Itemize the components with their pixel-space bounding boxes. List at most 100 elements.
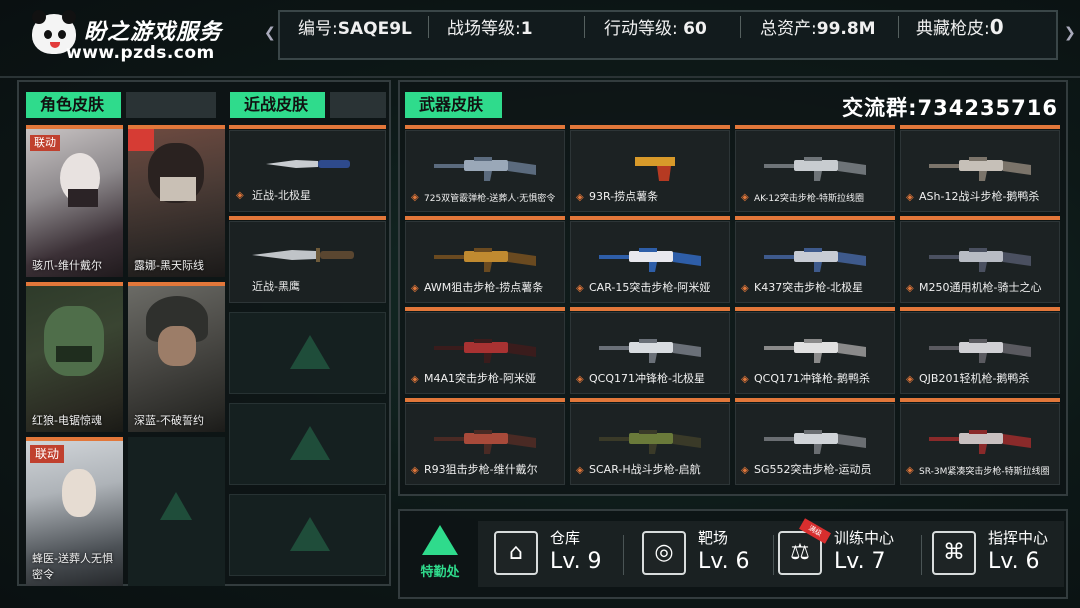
weapon-card[interactable]: ◈ QJB201轻机枪-鹅鸭杀 — [900, 307, 1060, 394]
weapon-card[interactable]: ◈ M250通用机枪-骑士之心 — [900, 216, 1060, 303]
weapon-card[interactable]: ◈ QCQ171冲锋枪-北极星 — [570, 307, 730, 394]
weapon-image — [599, 339, 701, 363]
character-card[interactable]: 红狼-电锯惊魂 — [26, 282, 123, 432]
weapon-card[interactable]: ◈ K437突击步枪-北极星 — [735, 216, 895, 303]
weapon-label: AK-12突击步枪-特斯拉线圈 — [754, 194, 865, 204]
diamond-icon: ◈ — [411, 374, 419, 385]
special-service-label: 特勤处 — [420, 565, 460, 580]
diamond-icon: ◈ — [741, 192, 749, 203]
melee-label: 近战-黑鹰 — [252, 280, 300, 293]
character-card[interactable]: 联动 蜂医-送葬人无惧密令 — [26, 437, 123, 586]
empty-slot — [229, 494, 386, 576]
diamond-icon: ◈ — [741, 283, 749, 294]
weapon-card[interactable]: ◈ AK-12突击步枪-特斯拉线圈 — [735, 125, 895, 212]
weapon-image — [599, 248, 701, 272]
weapon-label: 725双管霰弹枪-送葬人·无惧密令 — [424, 194, 556, 204]
weapon-label: QCQ171冲锋枪-鹅鸭杀 — [754, 372, 870, 385]
empty-slot — [229, 312, 386, 394]
weapon-card[interactable]: ◈ R93狙击步枪-维什戴尔 — [405, 398, 565, 485]
weapon-label: SR-3M紧凑突击步枪-特斯拉线圈 — [919, 467, 1050, 477]
tab-melee-skins[interactable]: 近战皮肤 — [230, 92, 330, 118]
diamond-icon: ◈ — [411, 283, 419, 294]
melee-card[interactable]: 近战-黑鹰 — [229, 216, 386, 303]
character-label: 蜂医-送葬人无惧密令 — [32, 552, 113, 581]
character-label: 深蓝-不破誓约 — [134, 414, 204, 427]
tab-character-skins[interactable]: 角色皮肤 — [26, 92, 216, 118]
weapon-card[interactable]: ◈ 93R-捞点薯条 — [570, 125, 730, 212]
brand-title: 盼之游戏服务 — [84, 20, 223, 45]
stat-id: 编号:SAQE9L — [298, 19, 412, 39]
chevron-left-icon[interactable]: ❮ — [264, 25, 276, 41]
melee-card[interactable]: ◈ 近战-北极星 — [229, 125, 386, 212]
facility-command[interactable]: ⌘ 指挥中心 Lv. 6 — [916, 523, 1066, 585]
weapon-label: R93狙击步枪-维什戴尔 — [424, 463, 538, 476]
weapon-image — [635, 157, 675, 181]
diamond-icon: ◈ — [906, 465, 914, 476]
weapon-label: CAR-15突击步枪-阿米娅 — [589, 281, 711, 294]
weapon-image — [599, 430, 701, 454]
melee-label: 近战-北极星 — [252, 189, 311, 202]
weapon-label: 93R-捞点薯条 — [589, 190, 659, 203]
weapon-card[interactable]: ◈ SR-3M紧凑突击步枪-特斯拉线圈 — [900, 398, 1060, 485]
diamond-icon: ◈ — [411, 465, 419, 476]
weapon-label: M4A1突击步枪-阿米娅 — [424, 372, 536, 385]
weapon-label: M250通用机枪-骑士之心 — [919, 281, 1042, 294]
triangle-logo-icon — [422, 525, 458, 555]
character-card[interactable]: 露娜-黑天际线 — [128, 125, 225, 277]
diamond-icon: ◈ — [906, 283, 914, 294]
character-card[interactable]: 联动 骇爪-维什戴尔 — [26, 125, 123, 277]
special-service-button[interactable]: 特勤处 — [416, 525, 464, 591]
character-label: 骇爪-维什戴尔 — [32, 259, 102, 272]
stat-collection-skins: 典藏枪皮:0 — [916, 15, 1004, 39]
stat-action-level: 行动等级: 60 — [604, 19, 707, 39]
weapon-label: AWM狙击步枪-捞点薯条 — [424, 281, 544, 294]
divider — [0, 76, 1080, 78]
weapon-label: SG552突击步枪-运动员 — [754, 463, 872, 476]
diamond-icon: ◈ — [576, 192, 584, 203]
character-card[interactable]: 深蓝-不破誓约 — [128, 282, 225, 432]
facility-warehouse[interactable]: ⌂ 仓库 Lv. 9 — [478, 523, 624, 585]
command-chip-icon: ⌘ — [932, 531, 976, 575]
diamond-icon: ◈ — [906, 192, 914, 203]
weapon-card[interactable]: ◈ AWM狙击步枪-捞点薯条 — [405, 216, 565, 303]
weapon-image — [434, 430, 536, 454]
weapon-card[interactable]: ◈ SCAR-H战斗步枪-启航 — [570, 398, 730, 485]
diamond-icon: ◈ — [576, 374, 584, 385]
weapon-card[interactable]: ◈ SG552突击步枪-运动员 — [735, 398, 895, 485]
weapon-image — [764, 157, 866, 181]
weapon-card[interactable]: ◈ 725双管霰弹枪-送葬人·无惧密令 — [405, 125, 565, 212]
weapon-image — [764, 430, 866, 454]
tab-weapon-skins[interactable]: 武器皮肤 — [405, 92, 507, 118]
empty-slot — [229, 403, 386, 485]
weapon-card[interactable]: ◈ ASh-12战斗步枪-鹅鸭杀 — [900, 125, 1060, 212]
brand-url: www.pzds.com — [66, 43, 215, 63]
knife-image — [266, 160, 350, 168]
weapon-card[interactable]: ◈ CAR-15突击步枪-阿米娅 — [570, 216, 730, 303]
diamond-icon: ◈ — [741, 374, 749, 385]
weapon-image — [929, 339, 1031, 363]
collab-badge: 联动 — [30, 135, 60, 151]
weapon-image — [929, 430, 1031, 454]
diamond-icon: ◈ — [576, 465, 584, 476]
target-icon: ◎ — [642, 531, 686, 575]
weapon-label: QCQ171冲锋枪-北极星 — [589, 372, 705, 385]
diamond-icon: ◈ — [906, 374, 914, 385]
facility-range[interactable]: ◎ 靶场 Lv. 6 — [626, 523, 774, 585]
knife-image — [252, 248, 354, 262]
facility-training[interactable]: ⚖ 满级 训练中心 Lv. 7 — [762, 518, 922, 585]
warehouse-icon: ⌂ — [494, 531, 538, 575]
character-label: 红狼-电锯惊魂 — [32, 414, 102, 427]
weapon-card[interactable]: ◈ QCQ171冲锋枪-鹅鸭杀 — [735, 307, 895, 394]
diamond-icon: ◈ — [236, 190, 244, 201]
brand-logo: 盼之游戏服务 www.pzds.com — [28, 10, 258, 66]
weapon-label: SCAR-H战斗步枪-启航 — [589, 463, 701, 476]
weapon-image — [434, 339, 536, 363]
collab-badge: 联动 — [30, 445, 64, 463]
chevron-right-icon[interactable]: ❯ — [1064, 25, 1076, 41]
stat-total-assets: 总资产:99.8M — [760, 19, 876, 39]
weapon-card[interactable]: ◈ M4A1突击步枪-阿米娅 — [405, 307, 565, 394]
weapon-image — [434, 248, 536, 272]
empty-slot — [128, 437, 225, 586]
weapon-image — [929, 157, 1031, 181]
weapon-label: QJB201轻机枪-鹅鸭杀 — [919, 372, 1030, 385]
